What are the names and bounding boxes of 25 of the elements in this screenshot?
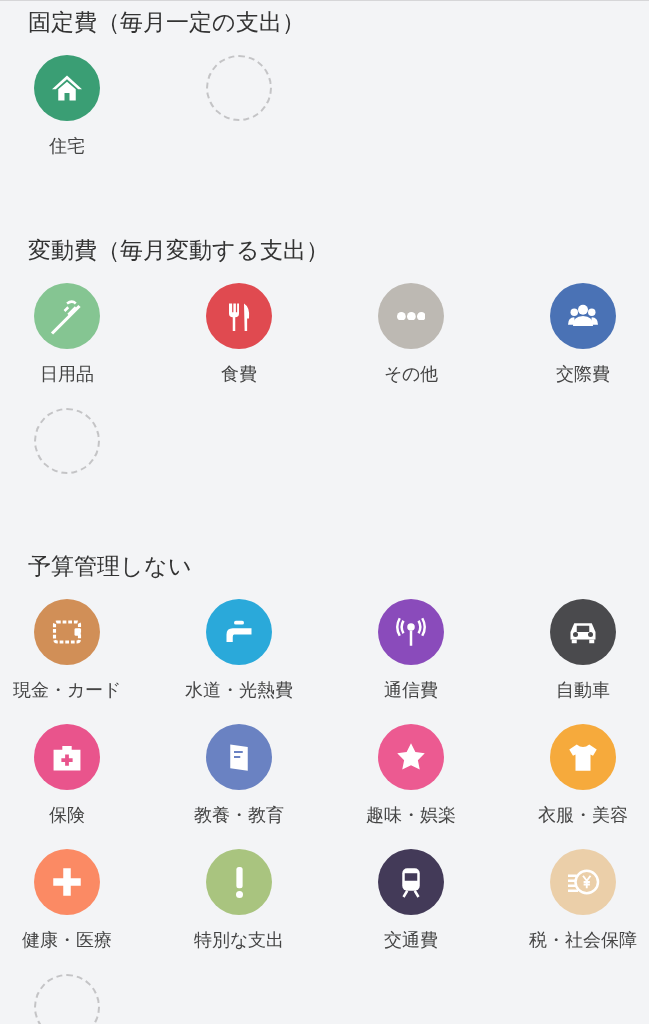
category-label: 水道・光熱費 bbox=[185, 678, 293, 702]
category-label: 現金・カード bbox=[13, 678, 121, 702]
exclamation-icon bbox=[235, 866, 243, 898]
empty-slot[interactable] bbox=[206, 55, 272, 121]
category-label: 特別な支出 bbox=[194, 928, 284, 952]
category-label: 食費 bbox=[221, 362, 257, 386]
category-label: 税・社会保障 bbox=[529, 928, 637, 952]
category-label: 衣服・美容 bbox=[538, 803, 628, 827]
category-label: 日用品 bbox=[40, 362, 94, 386]
category-label: 自動車 bbox=[556, 678, 610, 702]
category-label: 教養・教育 bbox=[194, 803, 284, 827]
empty-slot[interactable] bbox=[34, 974, 100, 1024]
category-label: 住宅 bbox=[49, 134, 85, 158]
section-title: 変動費（毎月変動する支出） bbox=[28, 236, 330, 265]
empty-slot[interactable] bbox=[34, 408, 100, 474]
section-title: 予算管理しない bbox=[28, 552, 193, 581]
category-label: 健康・医療 bbox=[22, 928, 112, 952]
dots-icon bbox=[396, 311, 426, 321]
category-label: 交際費 bbox=[556, 362, 610, 386]
category-label: 保険 bbox=[49, 803, 85, 827]
category-label: その他 bbox=[384, 362, 438, 386]
category-label: 趣味・娯楽 bbox=[366, 803, 456, 827]
category-label: 交通費 bbox=[384, 928, 438, 952]
section-title: 固定費（毎月一定の支出） bbox=[28, 8, 306, 37]
category-label: 通信費 bbox=[384, 678, 438, 702]
